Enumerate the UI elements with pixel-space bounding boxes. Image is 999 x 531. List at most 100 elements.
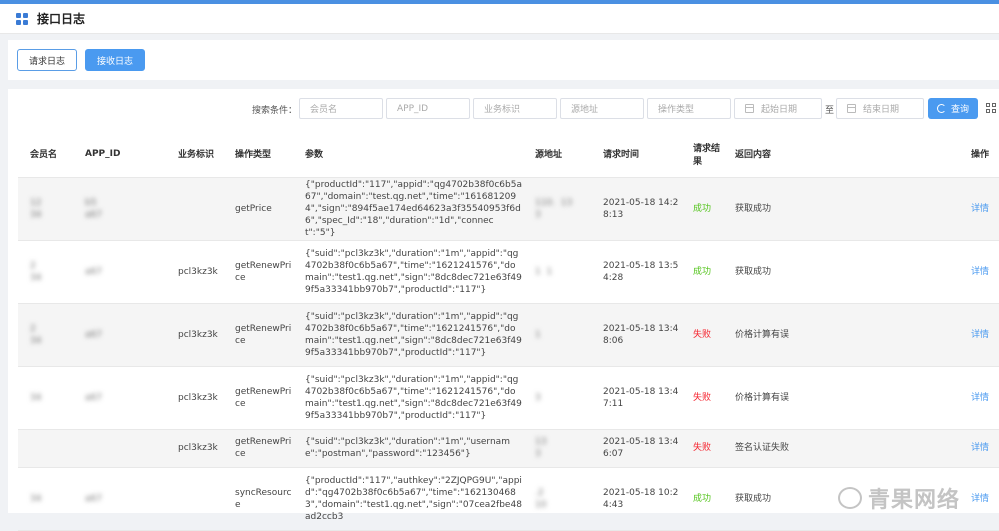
col-appid: APP_ID [73,131,166,178]
result-cell-wrap: 成功 [681,240,723,304]
table-row: 12 34 b5 a67 getPrice {"productId":"117","a… [18,177,999,241]
optype-cell: getRenewPrice [235,323,292,346]
result-cell: 成功 [693,203,712,214]
time-cell-wrap: 2021-05-18 13:46:07 [591,429,681,468]
params-cell-wrap: {"suid":"pcl3kz3k","duration":"1m","appi… [293,366,523,430]
source-placeholder: 源地址 [571,105,599,115]
appid-cell-wrap: b5 a67 [73,177,166,241]
start-date-placeholder: 起始日期 [761,105,798,115]
source-cell: .2 10 [535,487,547,510]
filter-bar: 搜索条件： 会员名 APP_ID 业务标识 源地址 操作类型 起始日期 至 结束… [8,98,999,120]
source-cell: 110. 13 3 [535,197,573,220]
tab-bar: 请求日志 接收日志 [8,40,999,80]
member-cell: 2 34 [30,260,42,283]
source-cell: 3 [535,392,541,403]
time-cell: 2021-05-18 10:24:43 [603,487,679,510]
col-time: 请求时间 [591,131,681,178]
calendar-icon [847,104,856,113]
member-input[interactable]: 会员名 [299,98,383,119]
response-cell-wrap: 价格计算有误 [723,303,923,367]
calendar-icon [745,104,754,113]
source-input[interactable]: 源地址 [560,98,644,119]
page-header: 接口日志 [0,4,999,34]
params-cell: {"suid":"pcl3kz3k","duration":"1m","appi… [305,374,522,421]
page-title: 接口日志 [37,12,86,26]
query-button[interactable]: 查询 [928,98,978,119]
time-cell-wrap: 2021-05-18 13:54:28 [591,240,681,304]
params-cell: {"productId":"117","appid":"qg4702b38f0c… [305,179,522,238]
response-cell: 获取成功 [735,266,772,277]
params-cell-wrap: {"suid":"pcl3kz3k","duration":"1m","appi… [293,240,523,304]
detail-link[interactable]: 详情 [971,330,989,340]
member-cell: 34 [30,493,42,504]
col-result: 请求结果 [681,131,723,178]
member-cell: 12 34 [30,197,42,220]
result-cell: 成功 [693,493,712,504]
detail-link[interactable]: 详情 [971,267,989,277]
table-row: 34 a67 pcl3kz3k getRenewPrice {"suid":"pcl3k… [18,366,999,430]
appid-input[interactable]: APP_ID [386,98,470,119]
detail-link[interactable]: 详情 [971,204,989,214]
member-cell-wrap: 2 34 [18,240,73,304]
watermark-text: 青果网络 [868,488,961,513]
response-cell: 获取成功 [735,493,772,504]
end-date-placeholder: 结束日期 [863,105,900,115]
time-cell: 2021-05-18 14:28:13 [603,197,679,220]
biz-cell: pcl3kz3k [178,392,218,403]
optype-cell-wrap: getPrice [223,177,293,241]
appid-cell-wrap: a67 [73,366,166,430]
detail-link[interactable]: 详情 [971,393,989,403]
tab-request-log[interactable]: 请求日志 [17,49,78,71]
params-cell-wrap: {"productId":"117","appid":"qg4702b38f0c… [293,177,523,241]
column-settings-icon[interactable] [986,103,996,113]
response-cell: 获取成功 [735,203,772,214]
biz-cell-wrap: pcl3kz3k [166,429,223,468]
col-actions: 操作 [923,131,999,178]
appid-cell-wrap: a67 [73,467,166,531]
detail-link-wrap: 详情 [923,240,999,304]
result-cell-wrap: 成功 [681,467,723,531]
grid-icon [16,12,28,25]
detail-link-wrap: 详情 [923,429,999,468]
source-cell-wrap: 1 1 [523,240,591,304]
biz-input[interactable]: 业务标识 [473,98,557,119]
biz-cell-wrap: pcl3kz3k [166,366,223,430]
response-cell-wrap: 签名认证失败 [723,429,923,468]
optype-input[interactable]: 操作类型 [647,98,731,119]
source-cell: 13 3 [535,437,547,459]
main-panel: 搜索条件： 会员名 APP_ID 业务标识 源地址 操作类型 起始日期 至 结束… [8,89,999,531]
time-cell: 2021-05-18 13:47:11 [603,386,679,409]
source-cell: 1 [535,329,541,340]
appid-cell: a67 [85,266,102,277]
appid-placeholder: APP_ID [397,103,429,114]
optype-cell: getRenewPrice [235,260,292,283]
tab-receive-log[interactable]: 接收日志 [85,49,146,71]
detail-link[interactable]: 详情 [971,494,989,504]
result-cell-wrap: 失败 [681,429,723,468]
response-cell-wrap: 获取成功 [723,177,923,241]
biz-cell: pcl3kz3k [178,266,218,277]
source-cell: 1 1 [535,266,553,277]
response-cell: 价格计算有误 [735,392,790,403]
source-cell-wrap: 3 [523,366,591,430]
biz-cell: pcl3kz3k [178,329,218,340]
detail-link-wrap: 详情 [923,177,999,241]
col-member: 会员名 [18,131,73,178]
response-cell-wrap: 价格计算有误 [723,366,923,430]
params-cell-wrap: {"productId":"117","authkey":"2ZJQPG9U",… [293,467,523,531]
time-cell-wrap: 2021-05-18 14:28:13 [591,177,681,241]
watermark-logo-icon [838,487,862,509]
optype-cell-wrap: getRenewPrice [223,303,293,367]
detail-link[interactable]: 详情 [971,443,989,453]
result-cell: 成功 [693,266,712,277]
col-optype: 操作类型 [223,131,293,178]
result-cell: 失败 [693,329,712,340]
optype-cell-wrap: getRenewPrice [223,366,293,430]
query-label: 查询 [950,105,969,115]
optype-placeholder: 操作类型 [658,105,695,115]
end-date-input[interactable]: 结束日期 [836,98,924,119]
start-date-input[interactable]: 起始日期 [734,98,822,119]
response-cell-wrap: 获取成功 [723,240,923,304]
col-params: 参数 [293,131,523,178]
biz-cell-wrap: pcl3kz3k [166,303,223,367]
